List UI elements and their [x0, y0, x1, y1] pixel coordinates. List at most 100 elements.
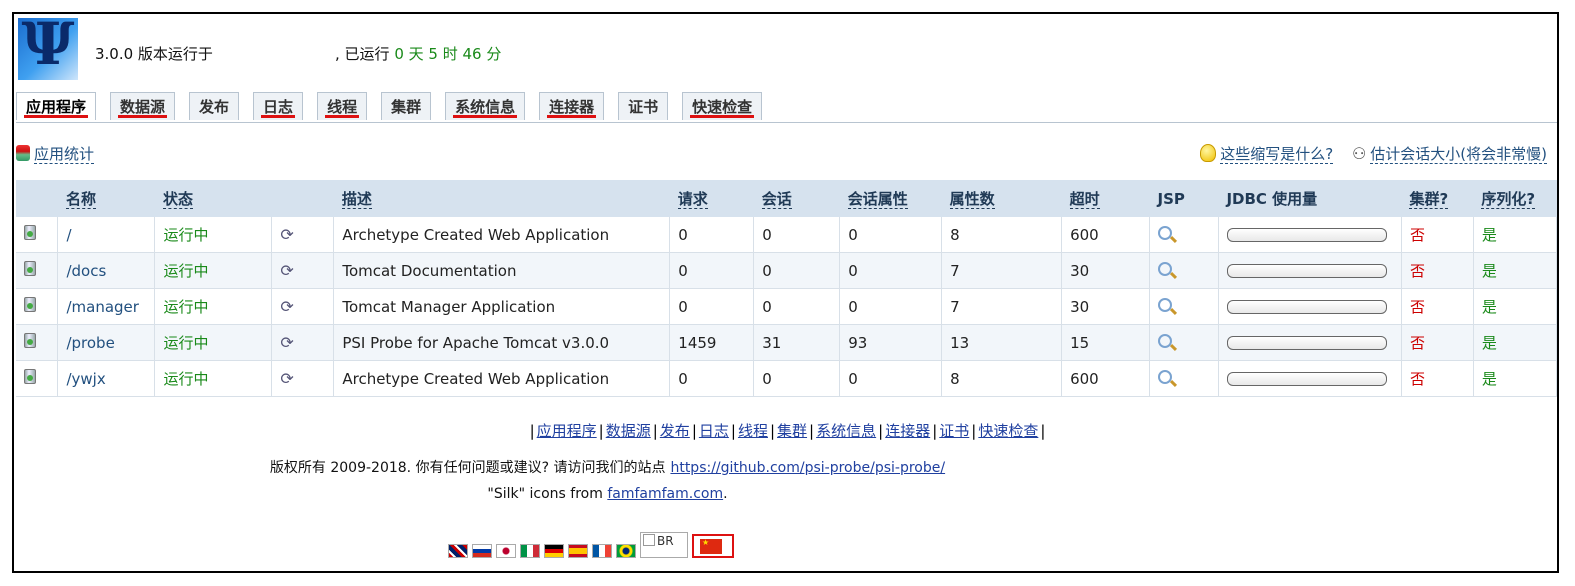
reload-icon[interactable]: ⟳	[280, 369, 293, 388]
reload-icon[interactable]: ⟳	[280, 261, 293, 280]
sessions-value[interactable]: 0	[753, 252, 841, 289]
lightbulb-icon	[1200, 144, 1217, 162]
attr-count-value[interactable]: 7	[941, 252, 1063, 289]
magnifier-icon[interactable]	[1158, 261, 1172, 276]
project-site-link[interactable]: https://github.com/psi-probe/psi-probe/	[670, 460, 945, 476]
attr-count-value[interactable]: 13	[941, 324, 1063, 361]
serializable-value: 是	[1481, 298, 1497, 316]
tab-quick-check[interactable]: 快速检查	[682, 92, 763, 120]
version-text: 3.0.0 版本运行于	[95, 45, 213, 63]
footer-link-cluster[interactable]: 集群	[777, 420, 807, 441]
recycle-bin-icon[interactable]	[24, 225, 36, 240]
col-requests[interactable]: 请求	[669, 180, 754, 217]
table-header-row: 名称 状态 描述 请求 会话 会话属性 属性数 超时 JSP JDBC 使用量 …	[16, 180, 1557, 217]
footer-link-datasources[interactable]: 数据源	[606, 420, 651, 441]
tab-connectors[interactable]: 连接器	[539, 92, 605, 120]
col-timeout[interactable]: 超时	[1061, 180, 1150, 217]
footer-link-logs[interactable]: 日志	[699, 420, 729, 441]
magnifier-icon[interactable]	[1158, 333, 1172, 348]
footer-link-quick-check[interactable]: 快速检查	[978, 420, 1038, 441]
col-attr-count[interactable]: 属性数	[941, 180, 1062, 217]
tab-certificates[interactable]: 证书	[618, 92, 669, 120]
flag-spain-icon[interactable]	[568, 544, 588, 558]
app-context-link[interactable]: /	[66, 226, 71, 244]
recycle-bin-icon[interactable]	[24, 297, 36, 312]
tab-applications[interactable]: 应用程序	[16, 92, 97, 120]
sessions-value[interactable]: 0	[753, 217, 841, 253]
tab-cluster[interactable]: 集群	[381, 92, 432, 120]
flag-japan-icon[interactable]	[496, 544, 516, 558]
status-running[interactable]: 运行中	[163, 298, 208, 316]
col-session-attrs[interactable]: 会话属性	[839, 180, 942, 217]
broken-image-flag[interactable]: BR	[640, 532, 688, 558]
status-running[interactable]: 运行中	[163, 262, 208, 280]
col-jdbc: JDBC 使用量	[1218, 180, 1402, 217]
session-size-link[interactable]: 估计会话大小(将会非常慢)	[1370, 145, 1547, 164]
status-running[interactable]: 运行中	[163, 334, 208, 352]
requests-value: 0	[669, 360, 755, 397]
requests-value: 0	[669, 288, 755, 325]
silk-credit: "Silk" icons from famfamfam.com.	[487, 486, 728, 502]
recycle-bin-icon[interactable]	[24, 261, 36, 276]
footer-link-certificates[interactable]: 证书	[939, 420, 969, 441]
app-context-link[interactable]: /manager	[66, 298, 138, 316]
table-row: / 运行中 ⟳ Archetype Created Web Applicatio…	[16, 217, 1558, 253]
flag-china-icon[interactable]	[700, 538, 722, 554]
flag-italy-icon[interactable]	[520, 544, 540, 558]
tab-divider	[16, 122, 1557, 123]
session-attrs-value: 93	[839, 324, 943, 361]
footer-link-deployment[interactable]: 发布	[660, 420, 690, 441]
jdbc-usage-bar	[1226, 300, 1387, 314]
magnifier-icon[interactable]	[1158, 369, 1172, 384]
magnifier-icon[interactable]	[1158, 225, 1172, 240]
flag-france-icon[interactable]	[592, 544, 612, 558]
reload-icon[interactable]: ⟳	[280, 225, 293, 244]
attr-count-value[interactable]: 8	[941, 360, 1063, 397]
flag-uk-icon[interactable]	[448, 544, 468, 558]
tab-logs[interactable]: 日志	[253, 92, 304, 120]
tab-deployment[interactable]: 发布	[189, 92, 240, 120]
table-row: /ywjx 运行中 ⟳ Archetype Created Web Applic…	[16, 360, 1558, 397]
chart-icon	[16, 145, 30, 161]
sessions-value[interactable]: 0	[753, 288, 841, 325]
flag-brazil-icon[interactable]	[616, 544, 636, 558]
col-serializable[interactable]: 序列化?	[1473, 180, 1557, 217]
app-context-link[interactable]: /ywjx	[66, 370, 105, 388]
copyright-line: 版权所有 2009-2018. 你有任何问题或建议? 请访问我们的站点 https…	[269, 460, 946, 476]
tab-system-info[interactable]: 系统信息	[445, 92, 526, 120]
col-sessions[interactable]: 会话	[753, 180, 840, 217]
famfamfam-link[interactable]: famfamfam.com	[607, 486, 723, 502]
attr-count-value[interactable]: 7	[941, 288, 1063, 325]
language-flags: BR	[448, 532, 734, 558]
recycle-bin-icon[interactable]	[24, 369, 36, 384]
footer-link-connectors[interactable]: 连接器	[885, 420, 930, 441]
status-running[interactable]: 运行中	[163, 370, 208, 388]
app-stats-link[interactable]: 应用统计	[16, 143, 95, 164]
footer-link-system-info[interactable]: 系统信息	[816, 420, 876, 441]
flag-germany-icon[interactable]	[544, 544, 564, 558]
app-context-link[interactable]: /probe	[66, 334, 114, 352]
attr-count-value[interactable]: 8	[941, 217, 1063, 253]
footer-link-threads[interactable]: 线程	[738, 420, 768, 441]
reload-icon[interactable]: ⟳	[280, 333, 293, 352]
status-running[interactable]: 运行中	[163, 226, 208, 244]
tab-threads[interactable]: 线程	[317, 92, 368, 120]
sessions-value[interactable]: 0	[753, 360, 841, 397]
table-row: /probe 运行中 ⟳ PSI Probe for Apache Tomcat…	[16, 324, 1558, 361]
flag-russia-icon[interactable]	[472, 544, 492, 558]
tab-datasources[interactable]: 数据源	[110, 92, 176, 120]
abbrev-help-link[interactable]: 这些缩写是什么?	[1220, 145, 1334, 164]
recycle-bin-icon[interactable]	[24, 333, 36, 348]
footer-link-applications[interactable]: 应用程序	[537, 420, 597, 441]
jdbc-usage-bar	[1226, 228, 1387, 242]
col-cluster[interactable]: 集群?	[1401, 180, 1474, 217]
serializable-value: 是	[1481, 334, 1497, 352]
col-description[interactable]: 描述	[333, 180, 670, 217]
col-name[interactable]: 名称	[57, 180, 155, 217]
app-description: Tomcat Manager Application	[333, 288, 671, 325]
app-context-link[interactable]: /docs	[66, 262, 106, 280]
magnifier-icon[interactable]	[1158, 297, 1172, 312]
sessions-value[interactable]: 31	[753, 324, 841, 361]
col-status[interactable]: 状态	[154, 180, 272, 217]
reload-icon[interactable]: ⟳	[280, 297, 293, 316]
